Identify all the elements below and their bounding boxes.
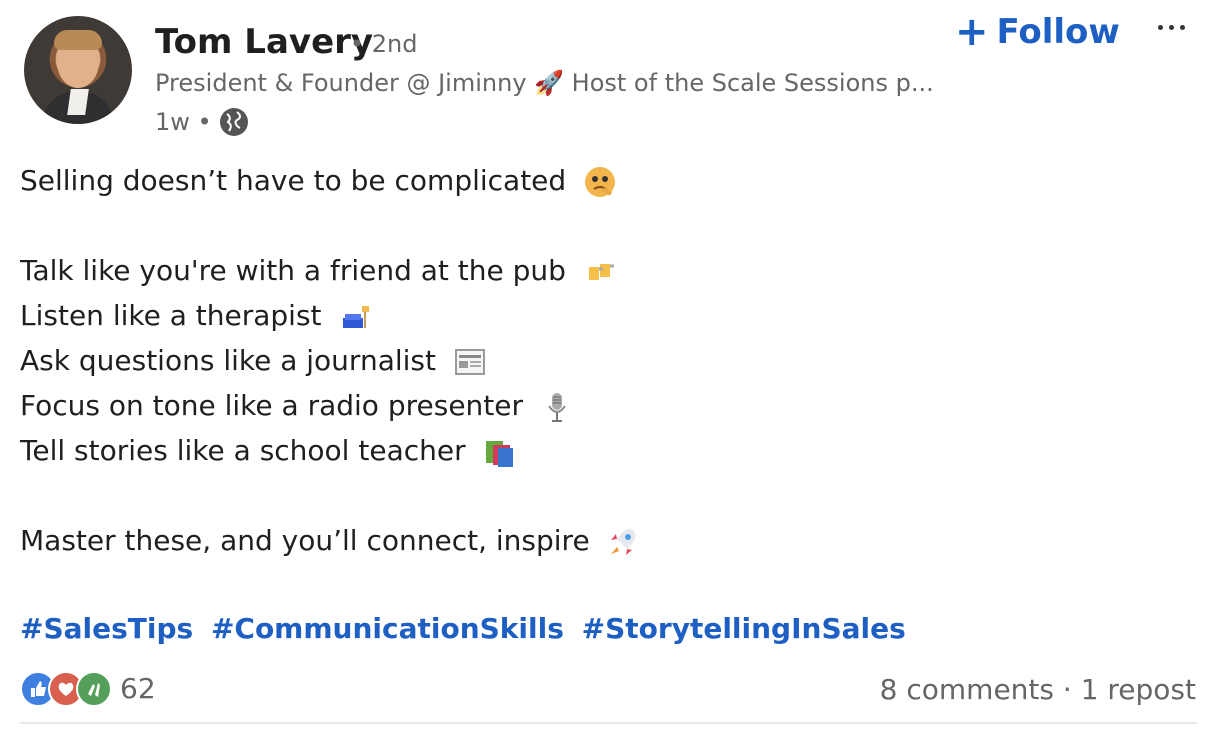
microphone-icon	[548, 393, 566, 422]
post-line: Selling doesn’t have to be complicated	[20, 163, 617, 199]
author-headline: President & Founder @ Jiminny 🚀 Host of …	[155, 69, 934, 97]
post-divider	[20, 722, 1197, 724]
hashtag-link[interactable]: #CommunicationSkills	[211, 612, 564, 645]
follow-button[interactable]: + Follow	[955, 10, 1120, 54]
newspaper-icon	[454, 349, 485, 375]
connection-degree: • 2nd	[350, 30, 418, 58]
more-icon[interactable]	[1150, 6, 1192, 48]
avatar-collar	[67, 89, 89, 115]
beer-mugs-icon	[588, 260, 614, 280]
reactions-summary[interactable]: 62	[20, 671, 156, 707]
post-line-text: Selling doesn’t have to be complicated	[20, 164, 567, 197]
hashtags: #SalesTips #CommunicationSkills #Storyte…	[20, 611, 914, 647]
follow-label: Follow	[996, 12, 1120, 52]
post-line: Tell stories like a school teacher	[20, 433, 517, 469]
avatar-hair	[54, 30, 102, 50]
more-dot	[1157, 24, 1163, 30]
thinking-face-icon	[585, 167, 616, 197]
couch-lamp-icon	[343, 306, 370, 328]
post-line: Listen like a therapist	[20, 298, 372, 334]
post-line-text: Ask questions like a journalist	[20, 344, 436, 377]
post-time: 1w •	[155, 108, 212, 136]
globe-icon	[220, 108, 248, 136]
celebrate-reaction-icon	[76, 671, 112, 707]
comments-reposts-count[interactable]: 8 comments · 1 repost	[880, 673, 1196, 707]
books-icon	[485, 441, 513, 467]
author-avatar[interactable]	[24, 16, 132, 124]
reaction-count: 62	[120, 672, 156, 705]
hashtag-link[interactable]: #StorytellingInSales	[582, 612, 906, 645]
more-dot	[1168, 24, 1174, 30]
rocket-icon	[610, 528, 635, 555]
post-line: Master these, and you’ll connect, inspir…	[20, 523, 641, 559]
post-line: Talk like you're with a friend at the pu…	[20, 253, 617, 289]
plus-icon: +	[955, 9, 989, 55]
post-line: Focus on tone like a radio presenter	[20, 388, 574, 424]
post-line-text: Listen like a therapist	[20, 299, 322, 332]
post-line-text: Master these, and you’ll connect, inspir…	[20, 524, 590, 557]
hashtag-link[interactable]: #SalesTips	[20, 612, 193, 645]
post-line-text: Tell stories like a school teacher	[20, 434, 466, 467]
more-dot	[1179, 24, 1185, 30]
post-line-text: Talk like you're with a friend at the pu…	[20, 254, 566, 287]
post-line-text: Focus on tone like a radio presenter	[20, 389, 524, 422]
post-line: Ask questions like a journalist	[20, 343, 487, 379]
author-name[interactable]: Tom Lavery	[155, 22, 373, 62]
